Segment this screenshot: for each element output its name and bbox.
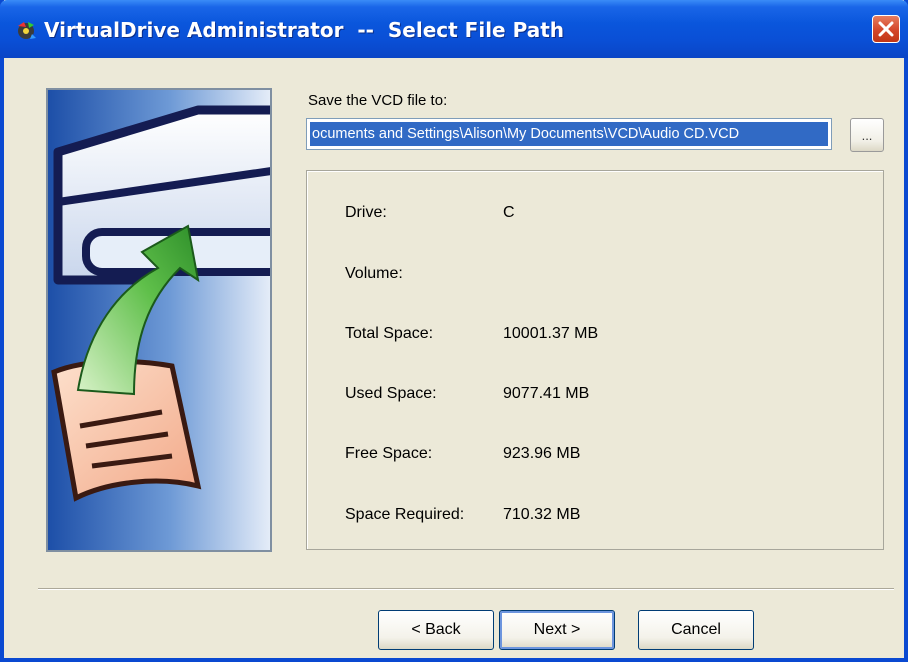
drive-value: C	[503, 204, 515, 221]
cancel-button[interactable]: Cancel	[638, 610, 754, 650]
button-separator	[38, 588, 894, 590]
space-required-value: 710.32 MB	[503, 506, 581, 523]
dialog-window: VirtualDrive Administrator -- Select Fil…	[0, 0, 908, 662]
free-space-value: 923.96 MB	[503, 445, 581, 462]
drive-info-panel: Drive: C Volume: Total Space: 10001.37 M…	[306, 170, 884, 550]
save-path-value: ocuments and Settings\Alison\My Document…	[310, 122, 828, 146]
space-required-label: Space Required:	[345, 506, 465, 523]
back-button[interactable]: < Back	[378, 610, 494, 650]
free-space-label: Free Space:	[345, 445, 433, 462]
virtualdrive-app-icon	[18, 22, 36, 39]
used-space-value: 9077.41 MB	[503, 385, 590, 402]
total-space-value: 10001.37 MB	[503, 325, 599, 342]
used-space-label: Used Space:	[345, 385, 437, 402]
total-space-label: Total Space:	[345, 325, 434, 342]
drive-label: Drive:	[345, 204, 387, 221]
volume-label: Volume:	[345, 265, 403, 282]
browse-button[interactable]: ...	[850, 118, 884, 152]
save-path-label: Save the VCD file to:	[308, 92, 448, 109]
title-bar[interactable]: VirtualDrive Administrator -- Select Fil…	[0, 0, 908, 58]
next-button[interactable]: Next >	[499, 610, 615, 650]
close-button[interactable]	[872, 15, 900, 43]
window-title: VirtualDrive Administrator -- Select Fil…	[44, 18, 564, 42]
save-path-input[interactable]: ocuments and Settings\Alison\My Document…	[306, 118, 832, 150]
close-icon	[878, 21, 894, 37]
wizard-side-illustration	[46, 88, 272, 552]
